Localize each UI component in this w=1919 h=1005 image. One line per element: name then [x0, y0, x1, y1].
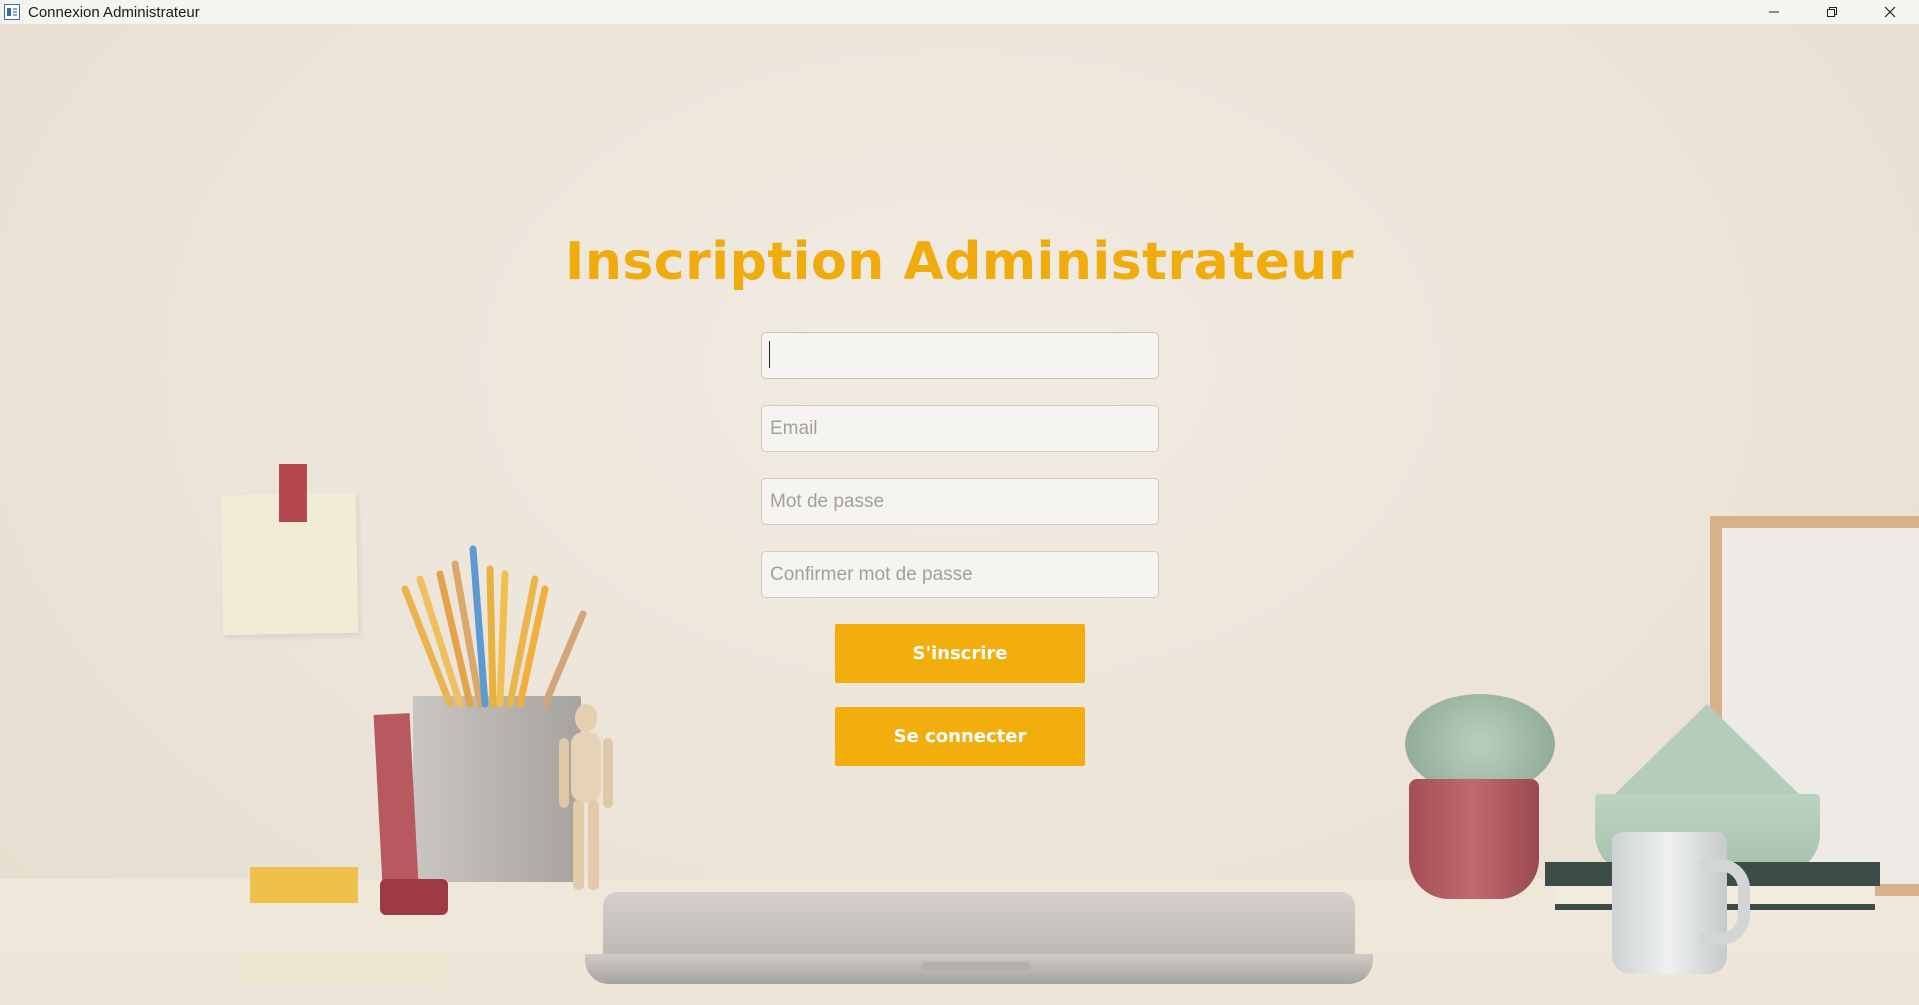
page-title: Inscription Administrateur — [564, 232, 1354, 292]
text-caret — [769, 341, 770, 368]
title-bar: Connexion Administrateur — [0, 0, 1919, 24]
window-title: Connexion Administrateur — [28, 3, 200, 21]
pencils-illustration — [401, 545, 587, 708]
login-button[interactable]: Se connecter — [835, 707, 1085, 766]
close-button[interactable] — [1861, 0, 1919, 24]
confirm-password-field[interactable] — [761, 551, 1159, 598]
tape-piece — [279, 464, 307, 522]
note-card — [235, 954, 450, 982]
yellow-block — [250, 867, 358, 903]
restore-icon — [1827, 7, 1837, 17]
app-window: Connexion Administrateur Inscription Adm… — [0, 0, 1919, 1005]
minimize-button[interactable] — [1745, 0, 1803, 24]
mug-handle — [1700, 859, 1750, 945]
red-book — [373, 713, 419, 885]
name-field[interactable] — [761, 332, 1159, 379]
wooden-mannequin — [555, 704, 615, 904]
window-controls — [1745, 0, 1919, 24]
tape-roll — [380, 879, 448, 915]
maximize-button[interactable] — [1803, 0, 1861, 24]
email-field[interactable] — [761, 405, 1159, 452]
password-field[interactable] — [761, 478, 1159, 525]
laptop — [585, 892, 1373, 992]
minimize-icon — [1769, 11, 1779, 13]
app-icon — [4, 4, 20, 20]
register-button[interactable]: S'inscrire — [835, 624, 1085, 683]
close-icon — [1884, 6, 1896, 18]
